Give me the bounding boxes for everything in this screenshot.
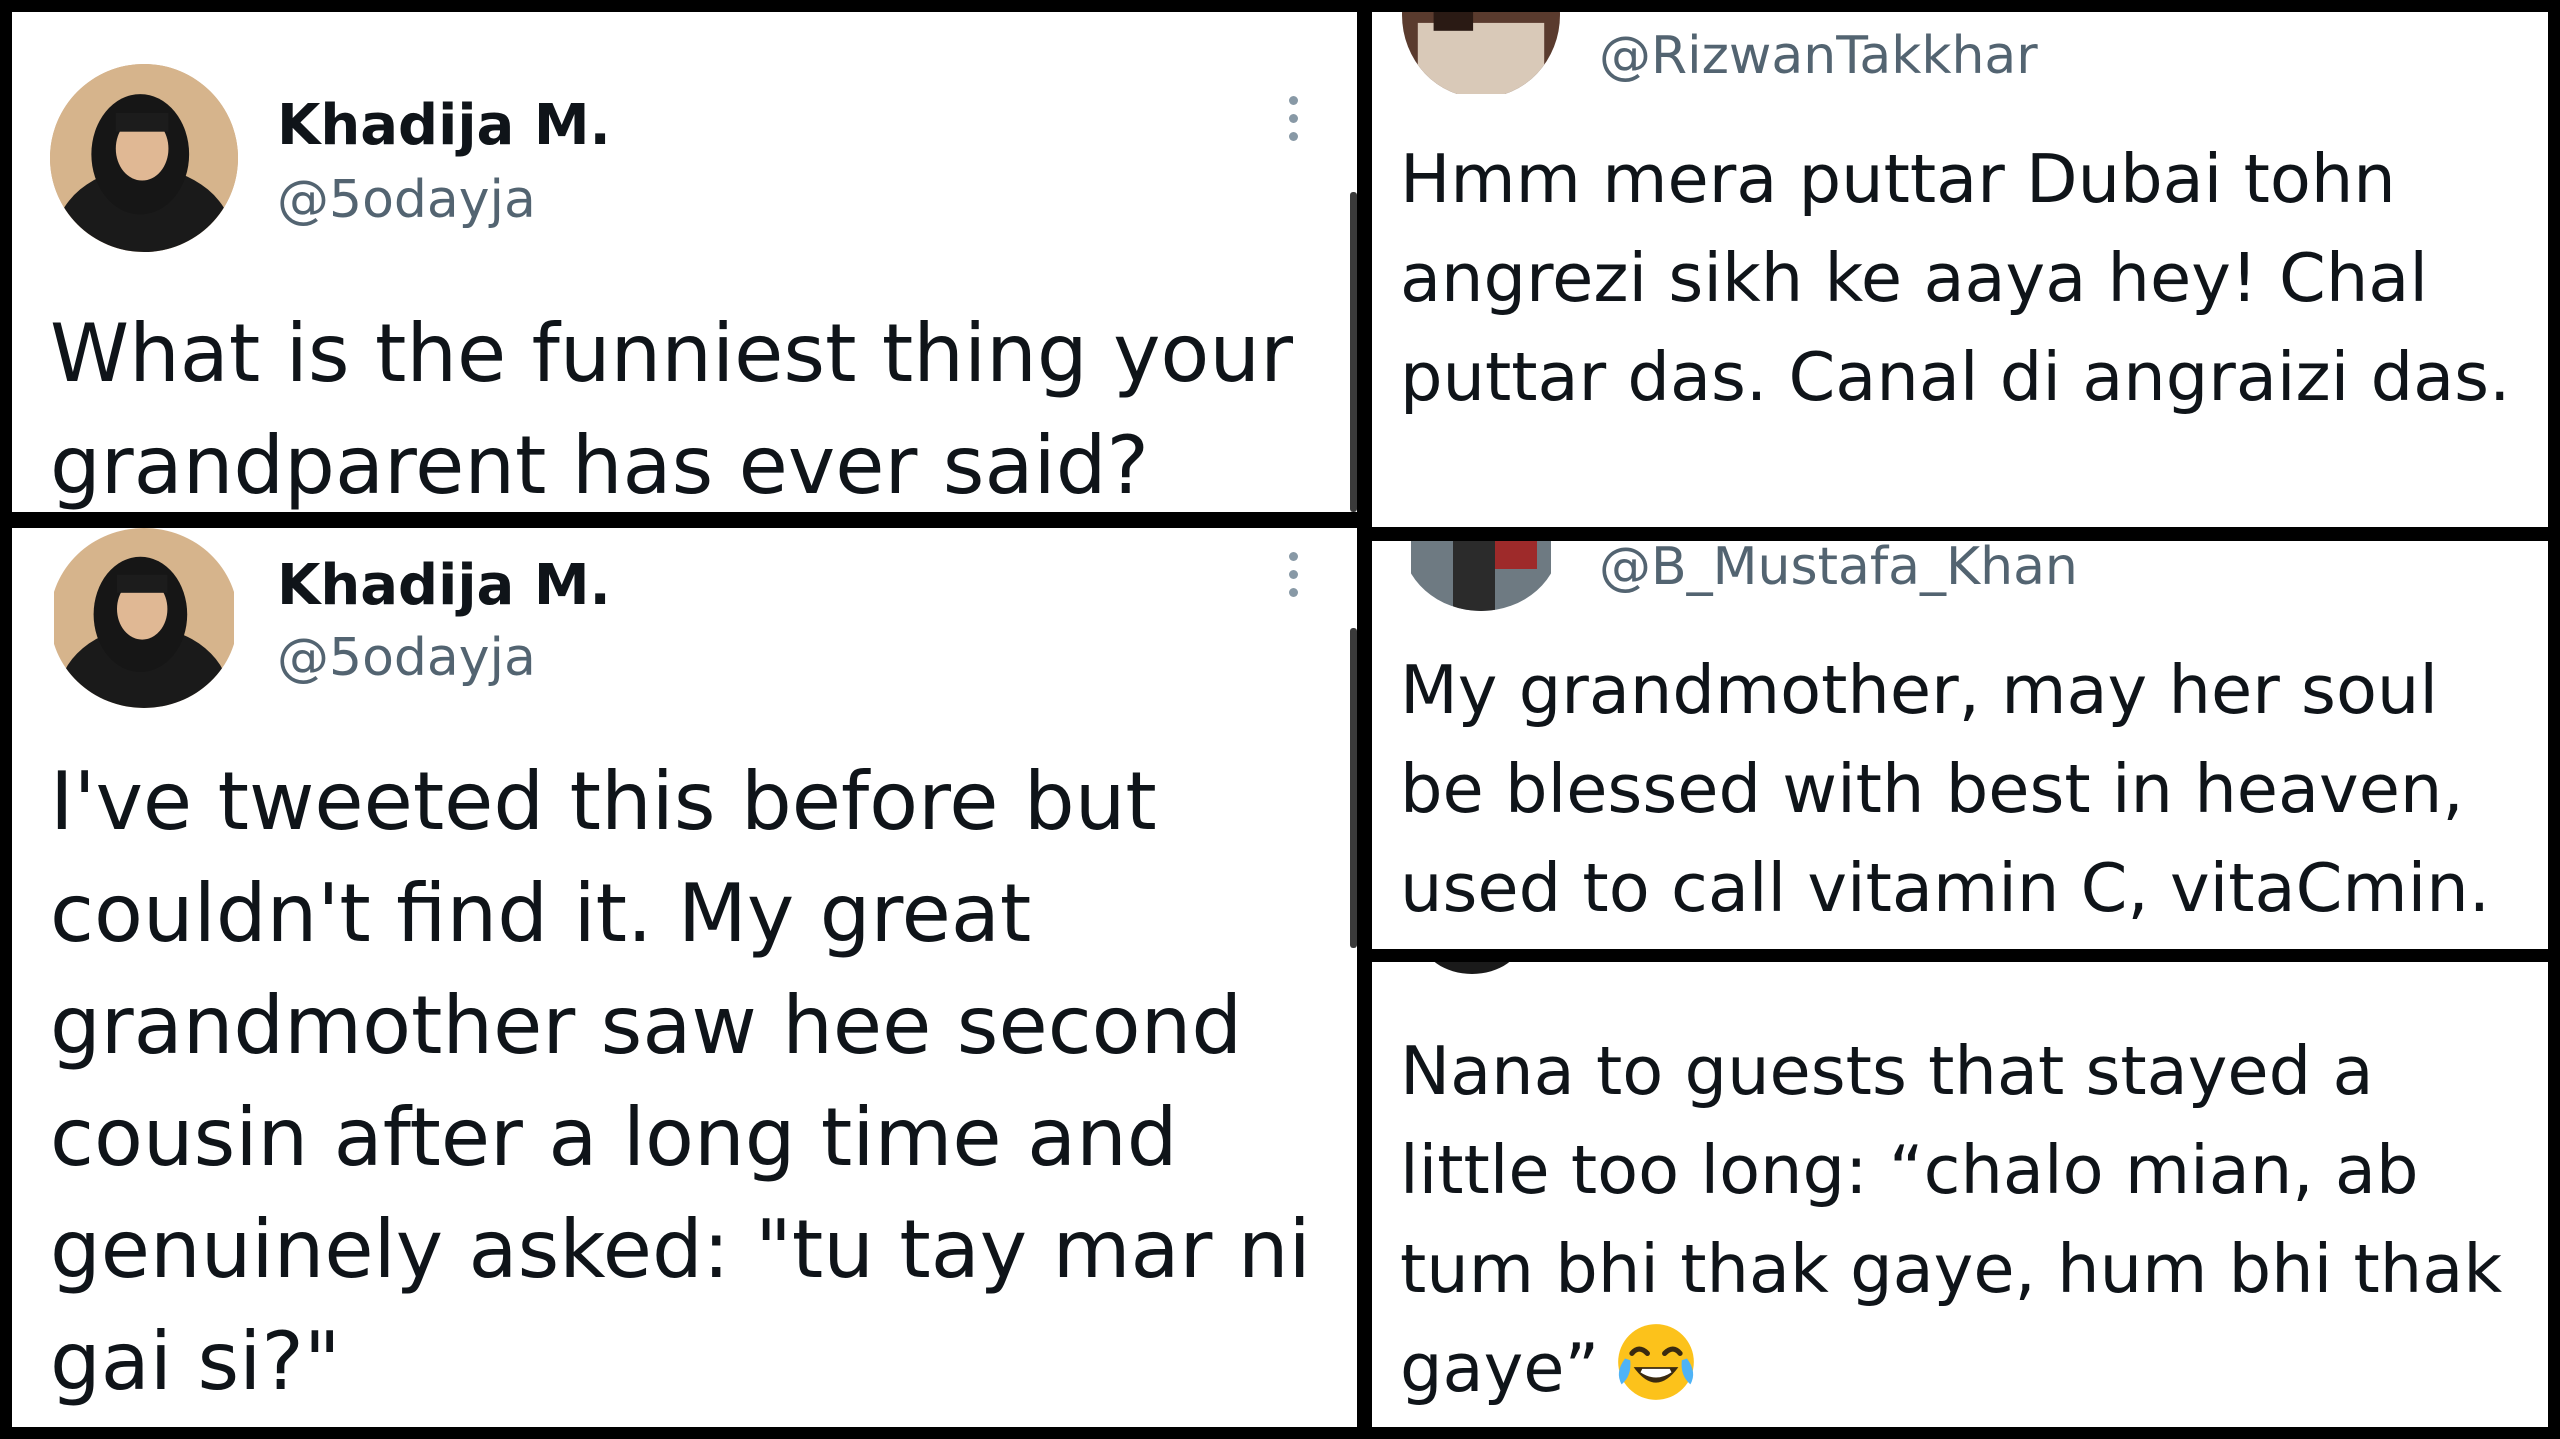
tweet-panel-2: Khadija M. @5odayja I've tweeted this be… (12, 528, 1357, 1427)
user-handle[interactable]: @5odayja (277, 632, 536, 684)
tweet-text: I've tweeted this before but couldn't fi… (50, 755, 1311, 1408)
tweet-panel-1: Khadija M. @5odayja What is the funniest… (12, 12, 1357, 512)
scrollbar[interactable] (1350, 628, 1357, 948)
tweet-text: What is the funniest thing your grandpar… (50, 307, 1293, 512)
avatar[interactable] (1402, 541, 1560, 611)
reply-panel-3: Nana to guests that stayed a little too … (1372, 962, 2548, 1427)
avatar[interactable] (1422, 962, 1522, 974)
user-handle[interactable]: @5odayja (277, 174, 536, 226)
reply-text-content: Nana to guests that stayed a little too … (1400, 1032, 2503, 1407)
reply-panel-2: @B_Mustafa_Khan My grandmother, may her … (1372, 541, 2548, 949)
more-options-icon[interactable] (1283, 96, 1303, 141)
user-handle[interactable]: @B_Mustafa_Khan (1599, 541, 2078, 593)
avatar-photo (54, 528, 234, 708)
scrollbar[interactable] (1350, 192, 1357, 512)
avatar[interactable] (1402, 12, 1560, 98)
display-name[interactable]: Khadija M. (277, 558, 611, 614)
user-handle[interactable]: @RizwanTakkhar (1599, 30, 2038, 82)
avatar-photo (50, 64, 238, 252)
face-with-tears-of-joy-icon (1613, 1319, 1699, 1405)
more-options-icon[interactable] (1283, 552, 1303, 597)
avatar-photo (1411, 541, 1551, 611)
avatar[interactable] (50, 64, 238, 252)
reply-panel-1: @RizwanTakkhar Hmm mera puttar Dubai toh… (1372, 12, 2548, 527)
reply-text: My grandmother, may her soul be blessed … (1400, 651, 2491, 927)
avatar-photo (1402, 12, 1560, 94)
reply-text: Nana to guests that stayed a little too … (1400, 1022, 2530, 1418)
display-name[interactable]: Khadija M. (277, 98, 611, 154)
avatar[interactable] (50, 528, 238, 708)
reply-text: Hmm mera puttar Dubai tohn angrezi sikh … (1400, 140, 2511, 416)
